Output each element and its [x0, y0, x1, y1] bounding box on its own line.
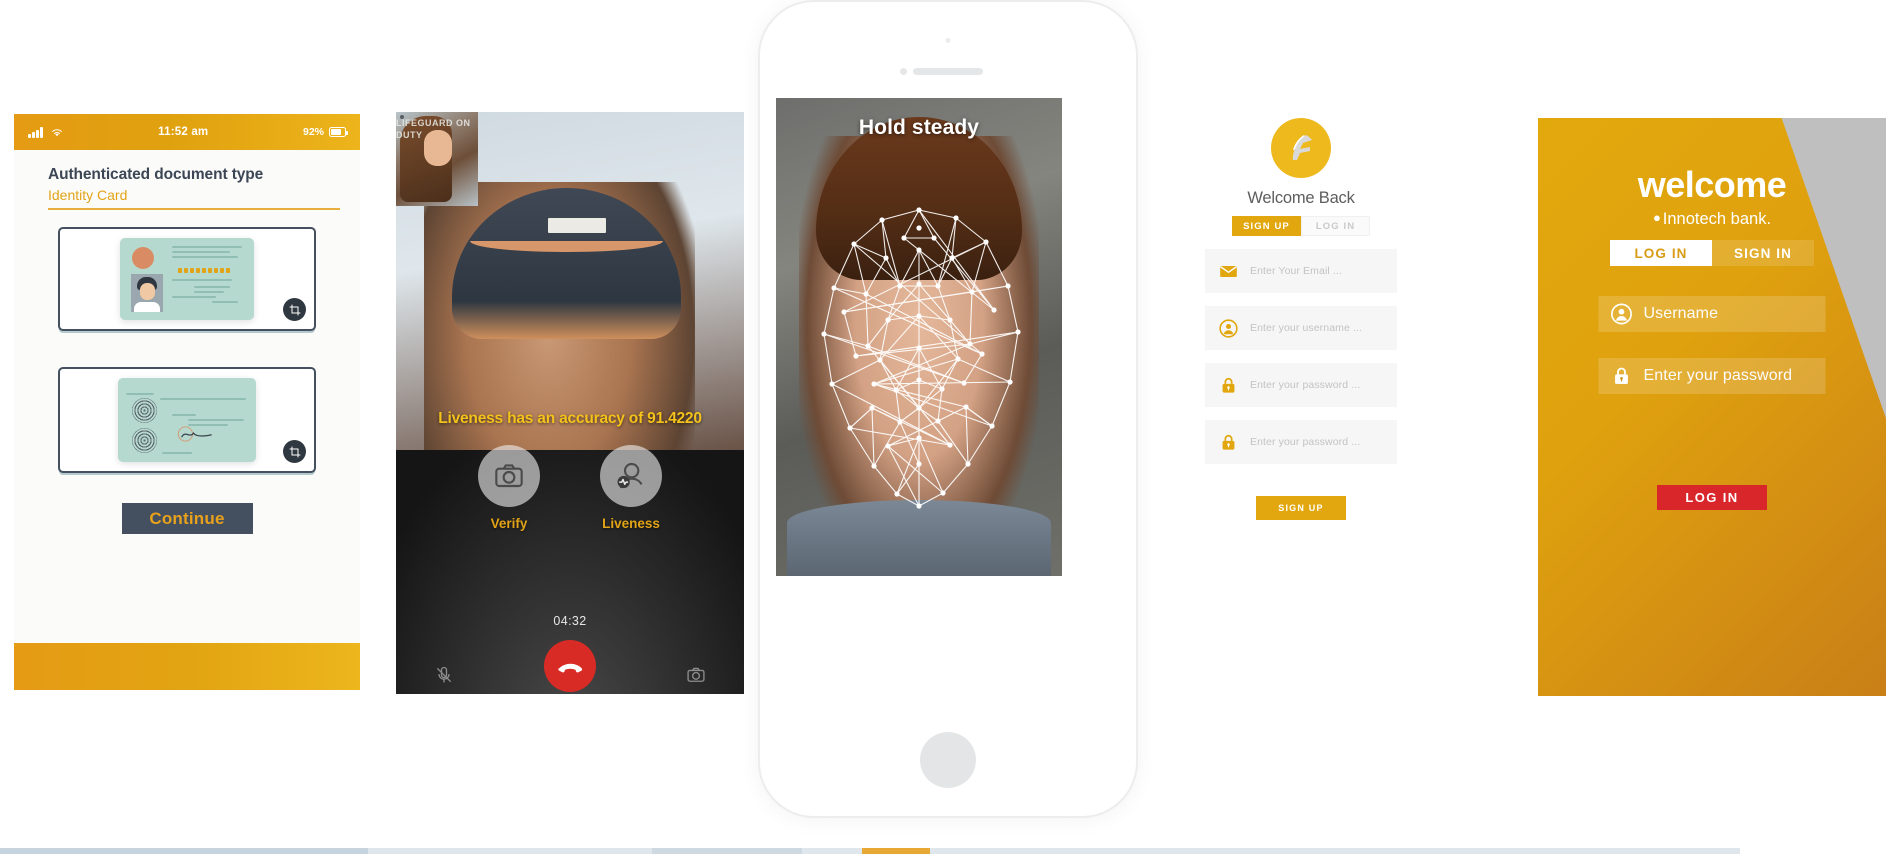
- signature-mark: [177, 426, 212, 442]
- wifi-icon: [51, 128, 62, 136]
- tab-log-in[interactable]: LOG IN: [1301, 216, 1370, 236]
- liveness-action[interactable]: Liveness: [600, 445, 662, 531]
- status-bar: 11:52 am 92%: [14, 114, 360, 150]
- horizontal-scrollbar[interactable]: [0, 845, 1896, 856]
- video-call-panel: LIFEGUARD ON DUTY Liveness has an accura…: [396, 112, 744, 694]
- verify-label: Verify: [490, 516, 528, 531]
- battery-percent: 92%: [302, 126, 324, 138]
- hangup-glyph: [557, 663, 582, 672]
- username-field[interactable]: Enter your username ...: [1205, 306, 1397, 350]
- fingerprint-icon: [132, 428, 157, 453]
- confirm-password-placeholder: Enter your password ...: [1250, 436, 1361, 448]
- liveness-accuracy-text: Liveness has an accuracy of 91.4220: [438, 410, 702, 427]
- signup-panel: Welcome Back SIGN UP LOG IN Enter Your E…: [1155, 118, 1447, 692]
- innotech-logo-icon: [1271, 118, 1331, 178]
- logo-glyph: [1292, 135, 1312, 160]
- page-title: Welcome Back: [1247, 189, 1355, 207]
- status-bar-time: 11:52 am: [158, 126, 209, 138]
- phone-front-camera: [900, 68, 907, 75]
- tab-sign-in[interactable]: SIGN IN: [1712, 240, 1814, 266]
- lock-icon: [1615, 367, 1628, 384]
- document-header: Authenticated document type Identity Car…: [14, 150, 360, 210]
- person-pulse-icon[interactable]: [600, 445, 662, 507]
- password-value: Enter your password: [1643, 367, 1793, 384]
- crop-icon[interactable]: [283, 298, 306, 321]
- scrollbar-segment: [652, 848, 802, 854]
- user-circle-icon: [1219, 318, 1238, 338]
- email-placeholder: Enter Your Email ...: [1250, 265, 1342, 277]
- phone-mockup-panel: Hold steady: [758, 0, 1138, 818]
- card-number: [178, 268, 230, 273]
- crop-icon[interactable]: [283, 440, 306, 463]
- screenshot-canvas: 11:52 am 92% Authenticated document type…: [0, 0, 1896, 856]
- scrollbar-segment: [0, 848, 368, 854]
- card-portrait: [131, 274, 163, 312]
- fingerprint-icon: [132, 398, 157, 423]
- card-text-lines: [172, 246, 244, 261]
- user-circle-icon: [1611, 303, 1632, 325]
- pip-background-text: LIFEGUARD ON DUTY: [396, 118, 471, 140]
- log-in-button[interactable]: LOG IN: [1657, 485, 1767, 510]
- verify-action[interactable]: Verify: [478, 445, 540, 531]
- envelope-icon: [1219, 262, 1238, 281]
- camera-icon[interactable]: [686, 665, 706, 690]
- picture-in-picture-self-view[interactable]: LIFEGUARD ON DUTY: [396, 112, 478, 206]
- phone-home-button[interactable]: [920, 732, 976, 788]
- welcome-subtitle: ● Innotech bank.: [1538, 210, 1886, 229]
- card-seal: [132, 247, 154, 269]
- card-detail-lines: [172, 286, 246, 306]
- phone-sensor: [945, 38, 951, 43]
- welcome-title: welcome: [1637, 164, 1787, 205]
- status-bar-left: [28, 126, 64, 138]
- status-bar-right: 92%: [302, 126, 349, 138]
- hangup-phone-icon[interactable]: [544, 640, 596, 692]
- password-field[interactable]: Enter your password ...: [1205, 363, 1397, 407]
- phone-speaker: [913, 68, 983, 75]
- signal-bars-icon: [28, 126, 43, 138]
- face-mesh-overlay: [821, 207, 1021, 509]
- scrollbar-thumb[interactable]: [862, 848, 930, 854]
- welcome-auth-tabs: LOG IN SIGN IN: [1538, 240, 1886, 266]
- sign-up-button[interactable]: SIGN UP: [1256, 496, 1346, 520]
- lock-icon: [1219, 433, 1238, 452]
- mic-off-icon[interactable]: [434, 665, 454, 690]
- phone-screen: Hold steady: [776, 98, 1062, 576]
- username-field[interactable]: Username: [1598, 296, 1826, 332]
- welcome-panel: welcome ● Innotech bank. LOG IN SIGN IN U…: [1538, 118, 1886, 696]
- page-title: Authenticated document type: [48, 166, 264, 183]
- lock-icon: [1219, 376, 1238, 395]
- email-field[interactable]: Enter Your Email ...: [1205, 249, 1397, 293]
- battery-icon: [329, 127, 349, 137]
- camera-icon[interactable]: [478, 445, 540, 507]
- auth-tabs: SIGN UP LOG IN: [1155, 216, 1447, 236]
- password-placeholder: Enter your password ...: [1250, 379, 1361, 391]
- tab-log-in[interactable]: LOG IN: [1610, 240, 1712, 266]
- username-placeholder: Enter your username ...: [1250, 322, 1363, 334]
- confirm-password-field[interactable]: Enter your password ...: [1205, 420, 1397, 464]
- bullet-icon: ●: [1652, 210, 1661, 225]
- password-field[interactable]: Enter your password: [1598, 358, 1826, 394]
- id-card-front-frame[interactable]: [58, 227, 316, 331]
- card-text-lines-2: [172, 279, 236, 284]
- liveness-label: Liveness: [602, 516, 660, 531]
- document-type-value: Identity Card: [48, 187, 340, 210]
- id-card-back-frame[interactable]: [58, 367, 316, 473]
- id-card-front-image: [120, 238, 254, 320]
- card-back-footer-lines: [162, 452, 240, 457]
- call-action-bar: Verify Liveness: [396, 445, 744, 531]
- tab-sign-up[interactable]: SIGN UP: [1232, 216, 1301, 236]
- continue-button[interactable]: Continue: [121, 503, 253, 534]
- document-capture-panel: 11:52 am 92% Authenticated document type…: [14, 114, 360, 690]
- document-panel-footer: [14, 643, 360, 690]
- call-timer: 04:32: [553, 614, 587, 628]
- username-value: Username: [1643, 305, 1719, 322]
- brand-name: Innotech bank.: [1662, 210, 1772, 228]
- id-card-back-image: [118, 378, 256, 462]
